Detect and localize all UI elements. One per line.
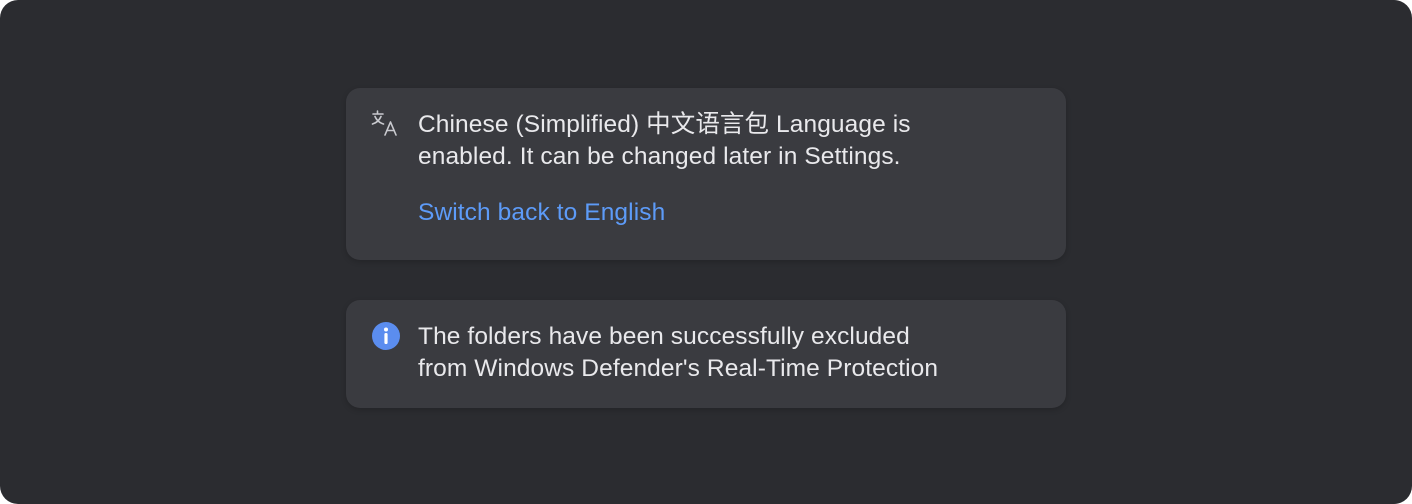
language-message-line-1: Chinese (Simplified) 中文语言包 Language is bbox=[418, 111, 911, 138]
language-notification: Chinese (Simplified) 中文语言包 Language is e… bbox=[346, 88, 1066, 260]
defender-notification-message: The folders have been successfully exclu… bbox=[418, 321, 1026, 385]
app-background: Chinese (Simplified) 中文语言包 Language is e… bbox=[0, 0, 1412, 504]
info-message-line-2: from Windows Defender's Real-Time Protec… bbox=[418, 355, 939, 382]
language-message-line-2: enabled. It can be changed later in Sett… bbox=[418, 143, 901, 170]
defender-exclusion-notification: The folders have been successfully exclu… bbox=[346, 300, 1066, 408]
language-notification-message: Chinese (Simplified) 中文语言包 Language is e… bbox=[418, 109, 1026, 173]
info-icon bbox=[370, 320, 402, 352]
switch-back-to-english-link[interactable]: Switch back to English bbox=[418, 197, 665, 229]
info-message-line-1: The folders have been successfully exclu… bbox=[418, 323, 910, 350]
translate-icon bbox=[370, 108, 402, 140]
